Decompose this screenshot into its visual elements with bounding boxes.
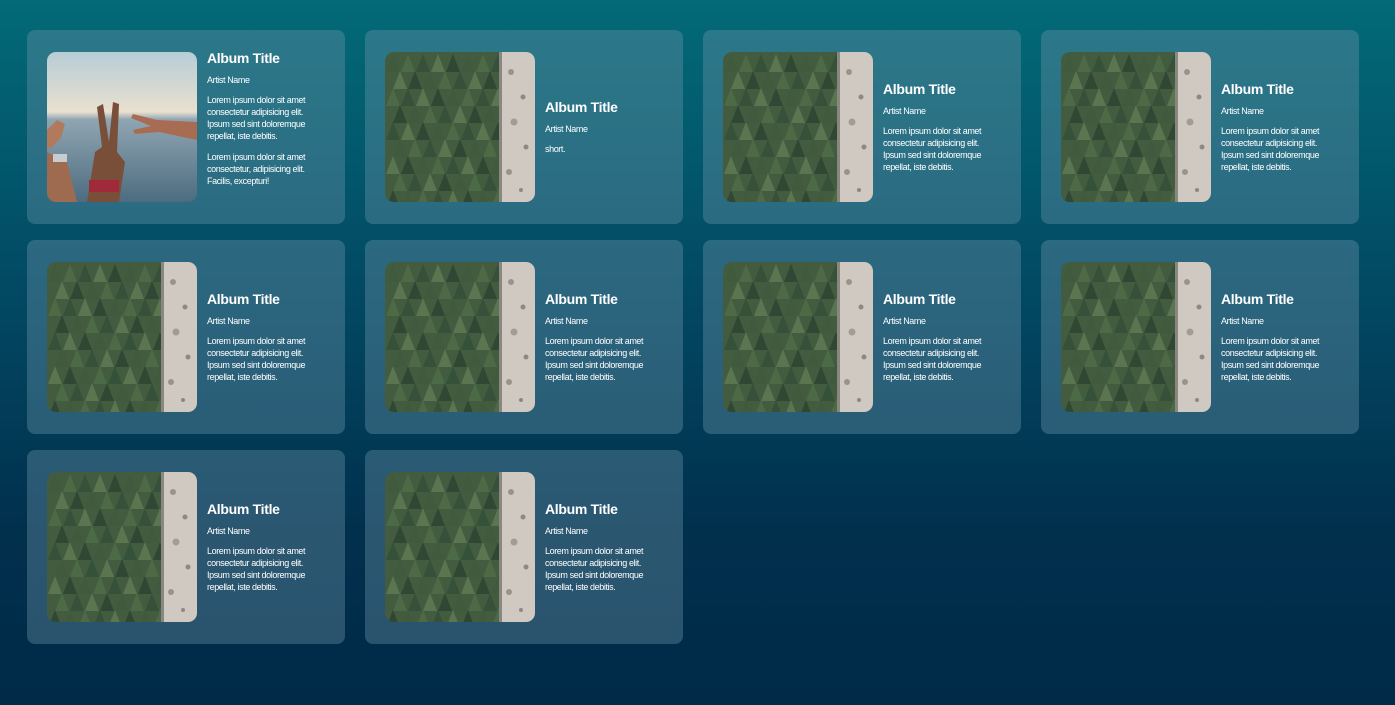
album-info: Album Title Artist Name Lorem ipsum dolor … <box>545 501 663 593</box>
album-info: Album Title Artist Name Lorem ipsum dolor … <box>883 81 1001 173</box>
artist-name: Artist Name <box>1221 106 1264 116</box>
album-card[interactable]: Album Title Artist Name Lorem ipsum dolor … <box>27 450 345 644</box>
album-description: Lorem ipsum dolor sit amet consectetur a… <box>1221 336 1320 382</box>
album-description: short. <box>545 144 566 154</box>
album-info: Album Title Artist Name Lorem ipsum dolor … <box>207 50 325 187</box>
album-info: Album Title Artist Name Lorem ipsum dolor … <box>883 291 1001 383</box>
artist-name: Artist Name <box>207 316 250 326</box>
forest-album-cover <box>385 52 535 202</box>
artist-name: Artist Name <box>545 124 588 134</box>
album-description: Lorem ipsum dolor sit amet consectetur a… <box>1221 126 1320 172</box>
forest-album-cover <box>385 262 535 412</box>
artist-name: Artist Name <box>883 106 926 116</box>
album-title: Album Title <box>1221 81 1294 97</box>
forest-album-cover <box>1061 52 1211 202</box>
forest-album-cover <box>385 472 535 622</box>
album-card[interactable]: Album Title Artist Name short. <box>365 30 683 224</box>
artist-name: Artist Name <box>1221 316 1264 326</box>
album-card[interactable]: Album Title Artist Name Lorem ipsum dolor … <box>703 240 1021 434</box>
forest-album-cover <box>723 262 873 412</box>
album-description: Lorem ipsum dolor sit amet consectetur a… <box>545 336 644 382</box>
album-title: Album Title <box>207 291 280 307</box>
artist-name: Artist Name <box>545 316 588 326</box>
forest-album-cover <box>723 52 873 202</box>
album-card[interactable]: Album Title Artist Name Lorem ipsum dolor … <box>703 30 1021 224</box>
album-info: Album Title Artist Name Lorem ipsum dolor … <box>1221 81 1339 173</box>
album-info: Album Title Artist Name Lorem ipsum dolor … <box>1221 291 1339 383</box>
album-card[interactable]: Album Title Artist Name Lorem ipsum dolor … <box>27 30 345 224</box>
album-card[interactable]: Album Title Artist Name Lorem ipsum dolor … <box>365 450 683 644</box>
forest-album-cover <box>1061 262 1211 412</box>
album-title: Album Title <box>545 501 618 517</box>
album-title: Album Title <box>1221 291 1294 307</box>
album-card[interactable]: Album Title Artist Name Lorem ipsum dolor … <box>1041 30 1359 224</box>
artist-name: Artist Name <box>883 316 926 326</box>
album-info: Album Title Artist Name short. <box>545 99 663 155</box>
artist-name: Artist Name <box>545 526 588 536</box>
album-description: Lorem ipsum dolor sit amet consectetur a… <box>545 546 644 592</box>
album-info: Album Title Artist Name Lorem ipsum dolor … <box>545 291 663 383</box>
album-title: Album Title <box>883 291 956 307</box>
album-card[interactable]: Album Title Artist Name Lorem ipsum dolor … <box>27 240 345 434</box>
album-description: Lorem ipsum dolor sit amet consectetur, … <box>207 152 306 186</box>
album-description: Lorem ipsum dolor sit amet consectetur a… <box>883 126 982 172</box>
album-description: Lorem ipsum dolor sit amet consectetur a… <box>883 336 982 382</box>
album-title: Album Title <box>545 99 618 115</box>
album-title: Album Title <box>207 501 280 517</box>
album-description: Lorem ipsum dolor sit amet consectetur a… <box>207 546 306 592</box>
album-title: Album Title <box>207 50 280 66</box>
album-info: Album Title Artist Name Lorem ipsum dolor … <box>207 501 325 593</box>
album-grid: Album Title Artist Name Lorem ipsum dolor … <box>27 30 1359 644</box>
peace-hands-album-cover <box>47 52 197 202</box>
album-description: Lorem ipsum dolor sit amet consectetur a… <box>207 336 306 382</box>
album-title: Album Title <box>545 291 618 307</box>
forest-album-cover <box>47 472 197 622</box>
album-card[interactable]: Album Title Artist Name Lorem ipsum dolor … <box>1041 240 1359 434</box>
artist-name: Artist Name <box>207 526 250 536</box>
artist-name: Artist Name <box>207 75 250 85</box>
album-card[interactable]: Album Title Artist Name Lorem ipsum dolor … <box>365 240 683 434</box>
album-description: Lorem ipsum dolor sit amet consectetur a… <box>207 95 306 141</box>
forest-album-cover <box>47 262 197 412</box>
album-title: Album Title <box>883 81 956 97</box>
album-info: Album Title Artist Name Lorem ipsum dolor … <box>207 291 325 383</box>
